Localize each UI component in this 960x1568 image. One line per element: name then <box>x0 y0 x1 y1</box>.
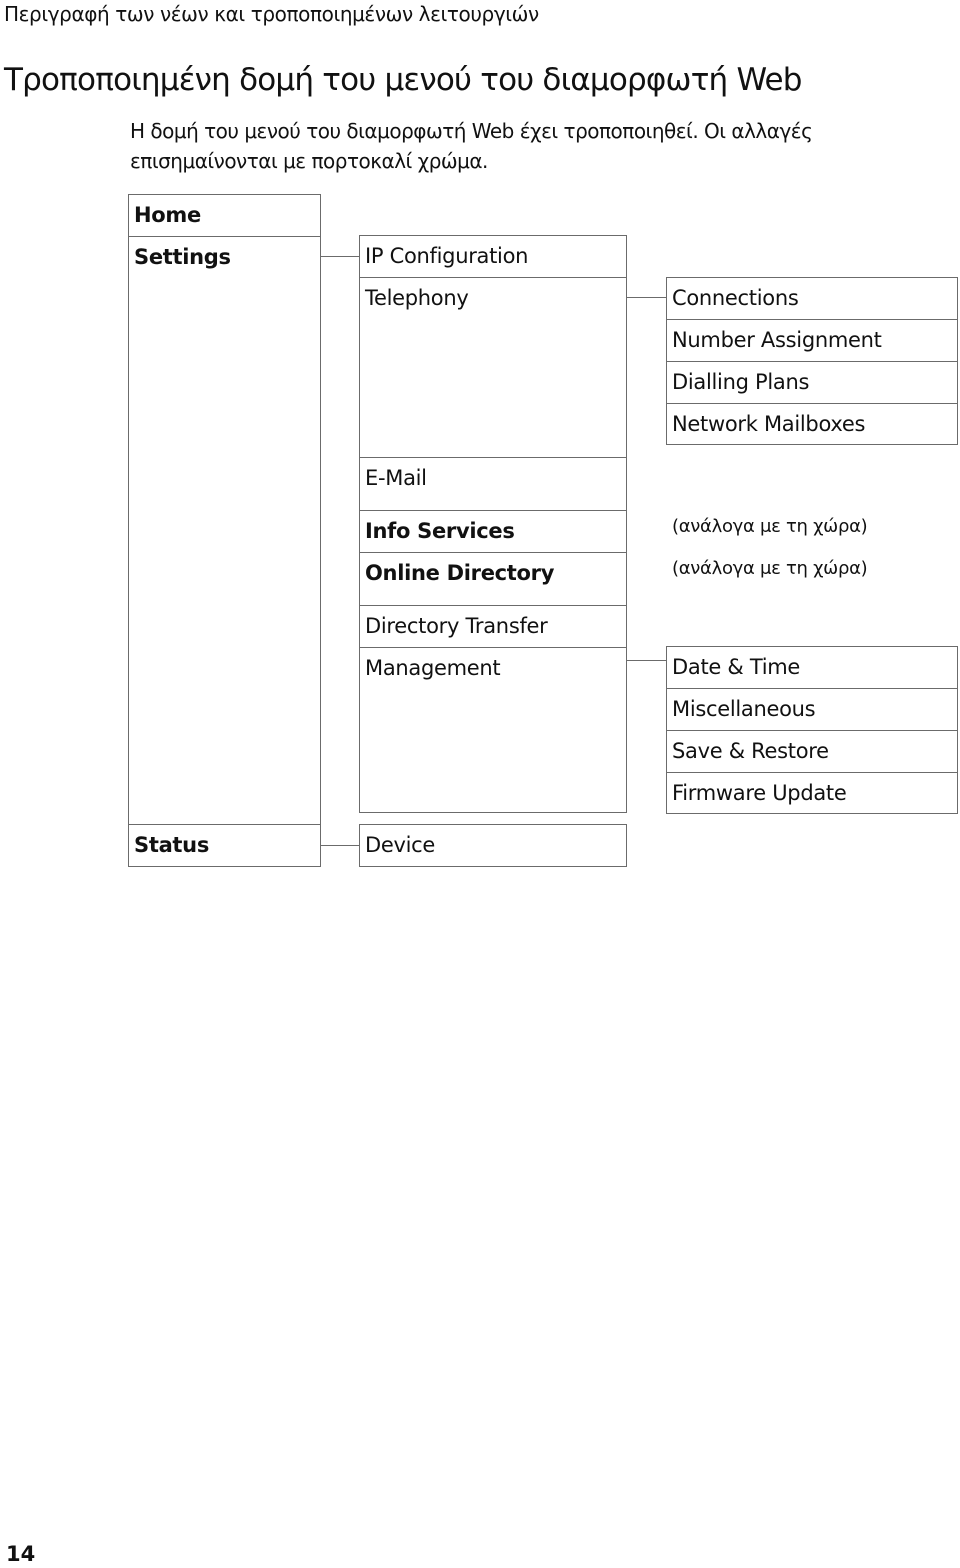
section-title: Τροποποιημένη δομή του μενού του διαμορφ… <box>4 62 802 98</box>
level1-home-settings-box: Home Settings <box>128 194 321 825</box>
settings-submenu-box: IP Configuration Telephony E-Mail Info S… <box>359 235 627 813</box>
connector-management <box>627 660 666 661</box>
page-number: 14 <box>6 1542 36 1566</box>
intro-line-1: Η δομή του μενού του διαμορφωτή Web έχει… <box>130 119 813 143</box>
connector-settings <box>321 256 359 257</box>
menu-item-directory-transfer[interactable]: Directory Transfer <box>360 605 626 647</box>
menu-item-online-directory[interactable]: Online Directory <box>360 552 626 605</box>
menu-item-connections[interactable]: Connections <box>667 278 957 319</box>
management-submenu-box: Date & Time Miscellaneous Save & Restore… <box>666 646 958 814</box>
online-directory-country-note: (ανάλογα με τη χώρα) <box>672 558 868 579</box>
level1-status-box: Status <box>128 824 321 867</box>
telephony-submenu-box: Connections Number Assignment Dialling P… <box>666 277 958 445</box>
menu-item-telephony[interactable]: Telephony <box>360 277 626 457</box>
menu-item-home[interactable]: Home <box>129 195 320 236</box>
intro-paragraph: Η δομή του μενού του διαμορφωτή Web έχει… <box>130 116 910 176</box>
menu-item-firmware-update[interactable]: Firmware Update <box>667 772 957 813</box>
menu-item-settings[interactable]: Settings <box>129 236 320 824</box>
connector-status <box>321 845 359 846</box>
running-head: Περιγραφή των νέων και τροποποιημένων λε… <box>4 2 539 26</box>
menu-item-e-mail[interactable]: E-Mail <box>360 457 626 510</box>
menu-item-ip-configuration[interactable]: IP Configuration <box>360 236 626 277</box>
menu-item-miscellaneous[interactable]: Miscellaneous <box>667 688 957 730</box>
menu-item-network-mailboxes[interactable]: Network Mailboxes <box>667 403 957 444</box>
menu-item-date-time[interactable]: Date & Time <box>667 647 957 688</box>
menu-item-device[interactable]: Device <box>360 825 626 866</box>
status-submenu-box: Device <box>359 824 627 867</box>
intro-line-2: επισημαίνονται με πορτοκαλί χρώμα. <box>130 149 488 173</box>
info-services-country-note: (ανάλογα με τη χώρα) <box>672 516 868 537</box>
menu-item-status[interactable]: Status <box>129 825 320 866</box>
menu-item-management[interactable]: Management <box>360 647 626 812</box>
menu-item-dialling-plans[interactable]: Dialling Plans <box>667 361 957 403</box>
menu-item-save-restore[interactable]: Save & Restore <box>667 730 957 772</box>
menu-item-number-assignment[interactable]: Number Assignment <box>667 319 957 361</box>
menu-item-info-services[interactable]: Info Services <box>360 510 626 552</box>
connector-telephony <box>627 297 666 298</box>
